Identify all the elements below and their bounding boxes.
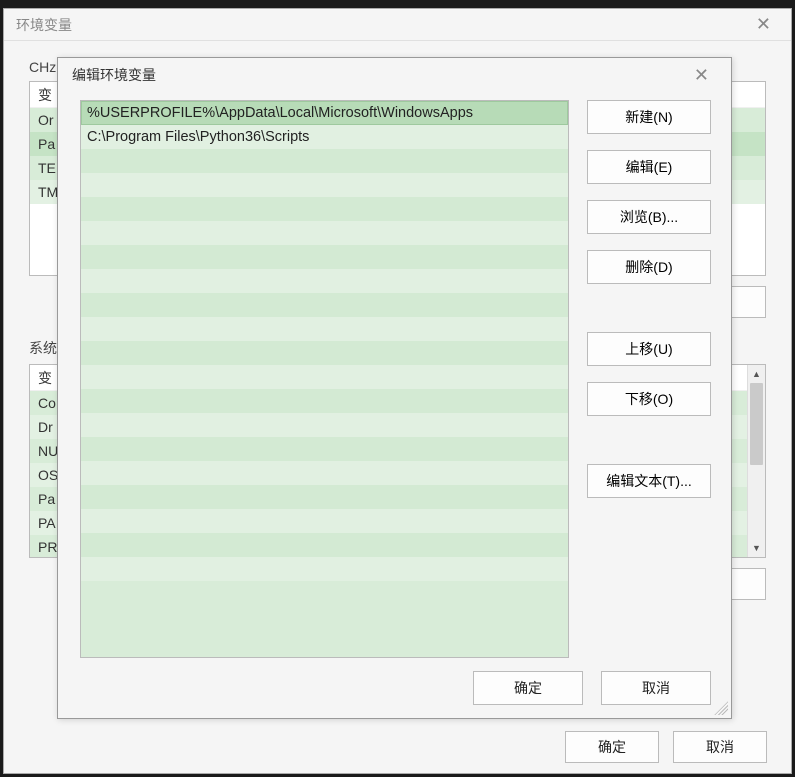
sys-scrollbar[interactable]: ▲ ▼ <box>747 365 765 557</box>
child-close-button[interactable]: ✕ <box>686 65 717 86</box>
path-listbox[interactable]: %USERPROFILE%\AppData\Local\Microsoft\Wi… <box>80 100 569 658</box>
parent-dialog-title: 环境变量 <box>16 15 748 35</box>
move-down-button[interactable]: 下移(O) <box>587 382 711 416</box>
new-button[interactable]: 新建(N) <box>587 100 711 134</box>
path-item-empty[interactable] <box>81 509 568 533</box>
parent-footer: 确定 取消 <box>565 731 767 763</box>
path-item-empty[interactable] <box>81 365 568 389</box>
path-item-empty[interactable] <box>81 149 568 173</box>
resize-grip-icon[interactable] <box>714 701 728 715</box>
path-item[interactable]: C:\Program Files\Python36\Scripts <box>81 125 568 149</box>
button-gap <box>587 300 711 316</box>
child-ok-button[interactable]: 确定 <box>473 671 583 705</box>
path-item-empty[interactable] <box>81 269 568 293</box>
parent-close-button[interactable]: ✕ <box>748 14 779 35</box>
path-item-empty[interactable] <box>81 221 568 245</box>
path-item-empty[interactable] <box>81 485 568 509</box>
parent-ok-button[interactable]: 确定 <box>565 731 659 763</box>
path-item-empty[interactable] <box>81 341 568 365</box>
edit-environment-variable-dialog: 编辑环境变量 ✕ %USERPROFILE%\AppData\Local\Mic… <box>57 57 732 719</box>
browse-button[interactable]: 浏览(B)... <box>587 200 711 234</box>
scroll-down-icon[interactable]: ▼ <box>748 539 765 557</box>
side-button-column: 新建(N) 编辑(E) 浏览(B)... 删除(D) 上移(U) 下移(O) 编… <box>587 100 711 658</box>
child-cancel-button[interactable]: 取消 <box>601 671 711 705</box>
path-item-empty[interactable] <box>81 389 568 413</box>
scroll-up-icon[interactable]: ▲ <box>748 365 765 383</box>
parent-title-bar: 环境变量 ✕ <box>4 9 791 41</box>
path-item-empty[interactable] <box>81 533 568 557</box>
move-up-button[interactable]: 上移(U) <box>587 332 711 366</box>
child-title-bar: 编辑环境变量 ✕ <box>58 58 731 92</box>
child-footer: 确定 取消 <box>58 658 731 718</box>
button-gap <box>587 432 711 448</box>
parent-cancel-button[interactable]: 取消 <box>673 731 767 763</box>
scroll-thumb[interactable] <box>750 383 763 465</box>
path-item-empty[interactable] <box>81 461 568 485</box>
child-body: %USERPROFILE%\AppData\Local\Microsoft\Wi… <box>58 92 731 658</box>
child-dialog-title: 编辑环境变量 <box>72 65 686 85</box>
path-item[interactable]: %USERPROFILE%\AppData\Local\Microsoft\Wi… <box>81 101 568 125</box>
edit-button[interactable]: 编辑(E) <box>587 150 711 184</box>
path-item-empty[interactable] <box>81 317 568 341</box>
path-item-empty[interactable] <box>81 197 568 221</box>
delete-button[interactable]: 删除(D) <box>587 250 711 284</box>
path-item-empty[interactable] <box>81 173 568 197</box>
path-item-empty[interactable] <box>81 245 568 269</box>
path-item-empty[interactable] <box>81 413 568 437</box>
path-item-empty[interactable] <box>81 557 568 581</box>
path-item-empty[interactable] <box>81 437 568 461</box>
edit-text-button[interactable]: 编辑文本(T)... <box>587 464 711 498</box>
path-item-empty[interactable] <box>81 293 568 317</box>
